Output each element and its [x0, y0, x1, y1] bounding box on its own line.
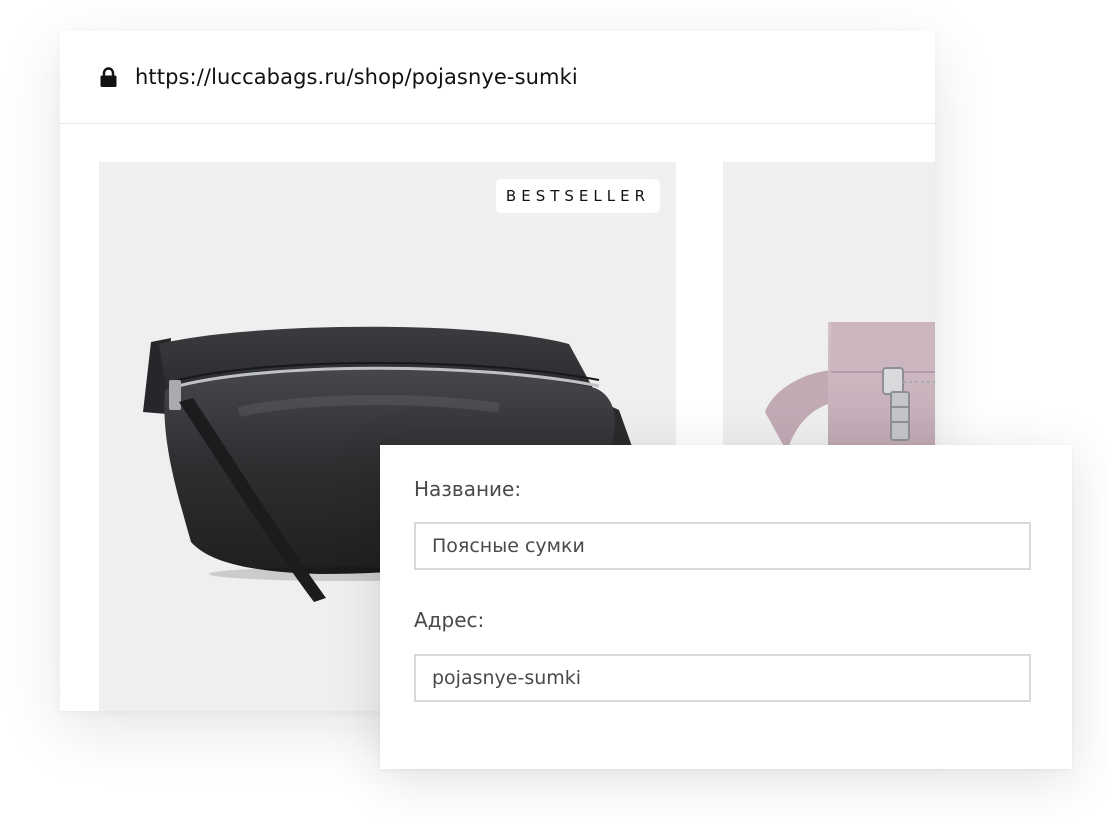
name-input[interactable]: Поясные сумки — [414, 522, 1031, 570]
url-text[interactable]: https://luccabags.ru/shop/pojasnye-sumki — [135, 64, 578, 90]
lock-icon — [100, 67, 117, 87]
name-label: Название: — [414, 477, 522, 501]
address-input[interactable]: pojasnye-sumki — [414, 654, 1031, 702]
category-form-panel: Название: Поясные сумки Адрес: pojasnye-… — [380, 445, 1072, 769]
address-label: Адрес: — [414, 608, 485, 632]
address-bar[interactable]: https://luccabags.ru/shop/pojasnye-sumki — [60, 31, 935, 124]
bestseller-badge: BESTSELLER — [495, 179, 660, 213]
